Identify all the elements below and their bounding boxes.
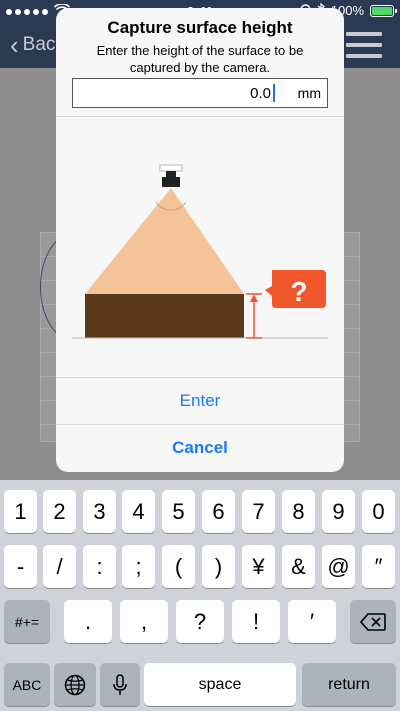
key-ampersand[interactable]: & <box>282 545 315 588</box>
key-question[interactable]: ? <box>176 600 224 643</box>
key-symbols-toggle[interactable]: #+= <box>4 600 50 643</box>
cancel-button[interactable]: Cancel <box>56 425 344 471</box>
key-hyphen[interactable]: - <box>4 545 37 588</box>
key-9[interactable]: 9 <box>322 490 355 533</box>
key-exclamation[interactable]: ! <box>232 600 280 643</box>
return-key[interactable]: return <box>302 663 396 706</box>
chevron-left-icon: ‹ <box>10 30 19 60</box>
key-open-paren[interactable]: ( <box>162 545 195 588</box>
key-4[interactable]: 4 <box>122 490 155 533</box>
key-semicolon[interactable]: ; <box>122 545 155 588</box>
key-6[interactable]: 6 <box>202 490 235 533</box>
dialog-message: Enter the height of the surface to be ca… <box>96 43 304 75</box>
camera-icon <box>162 177 180 187</box>
key-colon[interactable]: : <box>83 545 116 588</box>
key-double-quote[interactable]: ″ <box>362 545 395 588</box>
key-0[interactable]: 0 <box>362 490 395 533</box>
key-close-paren[interactable]: ) <box>202 545 235 588</box>
backspace-icon <box>360 612 386 631</box>
arrow-head-icon <box>250 294 258 302</box>
dictation-key[interactable] <box>100 663 140 706</box>
camera-mount <box>159 164 183 172</box>
surface-block <box>85 294 244 338</box>
key-comma[interactable]: , <box>120 600 168 643</box>
key-3[interactable]: 3 <box>83 490 116 533</box>
surface-height-illustration: ? <box>72 164 328 339</box>
key-2[interactable]: 2 <box>43 490 76 533</box>
unit-label: mm <box>297 85 321 101</box>
key-5[interactable]: 5 <box>162 490 195 533</box>
question-mark: ? <box>290 276 307 307</box>
key-yen[interactable]: ¥ <box>242 545 275 588</box>
key-slash[interactable]: / <box>43 545 76 588</box>
space-key[interactable]: space <box>144 663 296 706</box>
key-abc[interactable]: ABC <box>4 663 50 706</box>
enter-button[interactable]: Enter <box>56 378 344 424</box>
microphone-icon <box>113 673 127 695</box>
camera-body <box>166 171 176 178</box>
key-8[interactable]: 8 <box>282 490 315 533</box>
capture-height-dialog: Capture surface height Enter the height … <box>56 8 344 472</box>
dialog-title: Capture surface height <box>107 18 293 37</box>
height-input[interactable] <box>73 84 273 102</box>
key-apostrophe[interactable]: ′ <box>288 600 336 643</box>
numeric-keyboard: 1 2 3 4 5 6 7 8 9 0 - / : ; ( ) ¥ & @ ″ … <box>0 480 400 711</box>
globe-icon <box>64 674 86 695</box>
camera-view-cone <box>85 188 244 294</box>
height-input-field[interactable]: mm <box>72 78 328 108</box>
key-at[interactable]: @ <box>322 545 355 588</box>
globe-key[interactable] <box>54 663 96 706</box>
hamburger-menu-icon[interactable] <box>346 32 382 65</box>
key-1[interactable]: 1 <box>4 490 37 533</box>
backspace-key[interactable] <box>350 600 396 643</box>
key-7[interactable]: 7 <box>242 490 275 533</box>
key-period[interactable]: . <box>64 600 112 643</box>
text-caret <box>273 84 275 102</box>
battery-icon <box>370 4 397 17</box>
divider <box>56 116 344 117</box>
